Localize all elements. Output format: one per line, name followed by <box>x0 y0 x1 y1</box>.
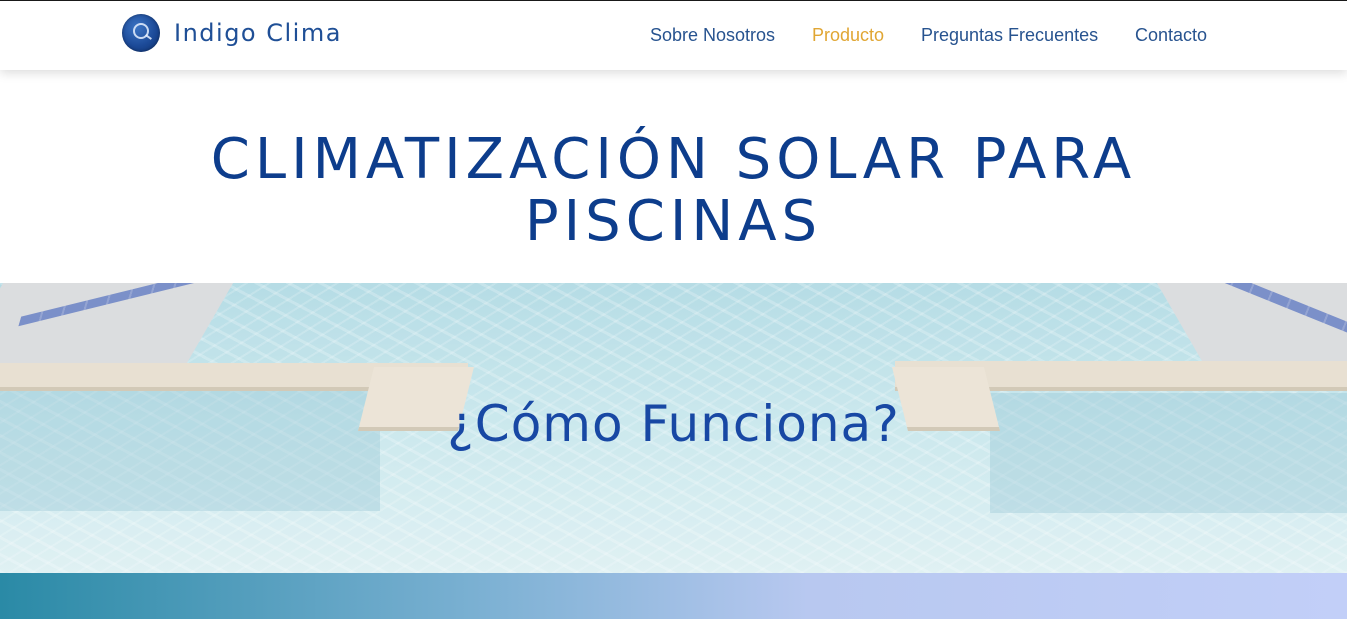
page-title: CLIMATIZACIÓN SOLAR PARA PISCINAS <box>0 129 1347 253</box>
nav-item-producto[interactable]: Producto <box>812 25 884 46</box>
logo-mark <box>133 23 149 39</box>
nav-item-contacto[interactable]: Contacto <box>1135 25 1207 46</box>
section-heading: ¿Cómo Funciona? <box>447 395 900 453</box>
gradient-band <box>0 573 1347 619</box>
nav-item-sobre-nosotros[interactable]: Sobre Nosotros <box>650 25 775 46</box>
pool-banner: ¿Cómo Funciona? <box>0 283 1347 573</box>
page-title-line-2: PISCINAS <box>524 189 823 254</box>
page-title-line-1: CLIMATIZACIÓN SOLAR PARA <box>210 127 1137 192</box>
brand-name[interactable]: Indigo Clima <box>174 19 342 47</box>
logo-icon[interactable] <box>122 14 160 52</box>
navbar: Indigo Clima Sobre Nosotros Producto Pre… <box>0 1 1347 70</box>
nav-item-preguntas-frecuentes[interactable]: Preguntas Frecuentes <box>921 25 1098 46</box>
